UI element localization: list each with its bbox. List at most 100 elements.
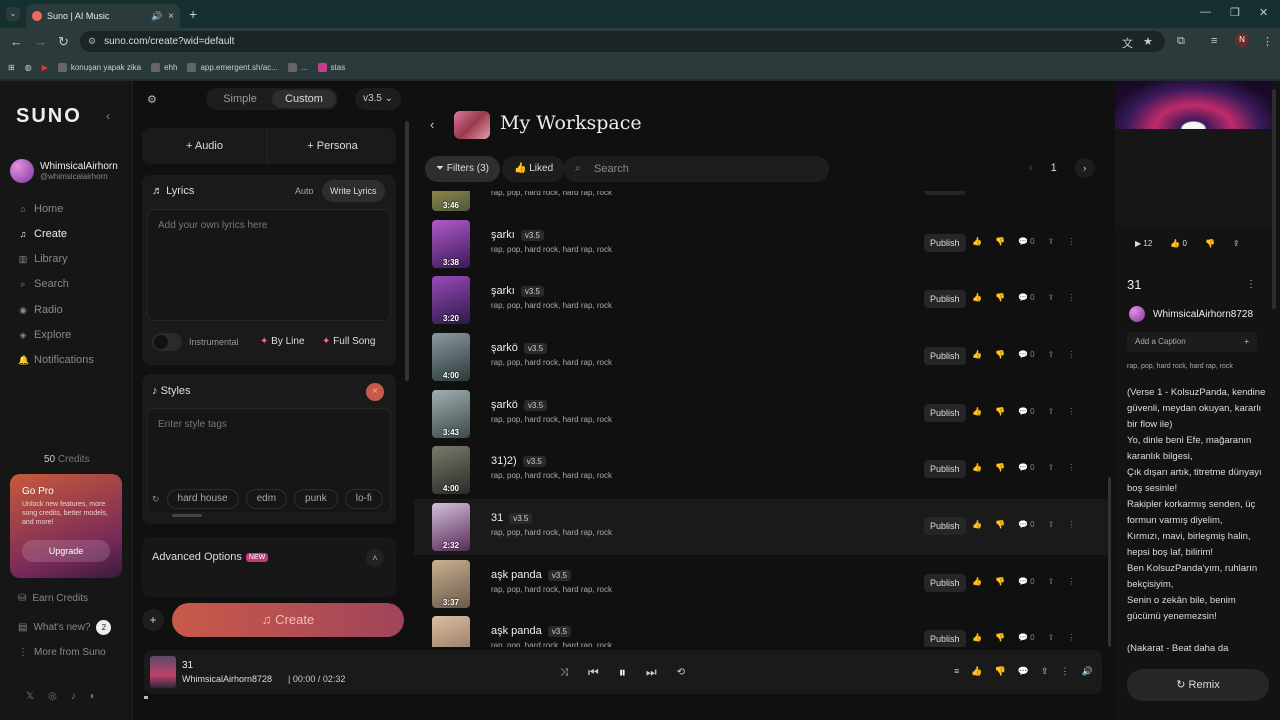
mode-custom-button[interactable]: Custom [272, 90, 336, 108]
browser-menu-icon[interactable]: ⋮ [1262, 35, 1273, 48]
nav-search[interactable]: ⌕ Search [18, 278, 68, 290]
thumbs-down-icon[interactable]: 👎 [995, 520, 1005, 529]
detail-scrollbar[interactable] [1272, 89, 1276, 309]
minimize-icon[interactable]: — [1200, 6, 1211, 18]
refresh-icon[interactable]: ↻ [152, 494, 160, 505]
next-page-icon[interactable]: › [1074, 158, 1095, 178]
liked-button[interactable]: 👍 Liked [502, 156, 566, 182]
add-persona-button[interactable]: + Persona [269, 128, 396, 164]
song-thumbnail[interactable]: 3:46 [432, 191, 470, 211]
style-chip[interactable]: punk [294, 489, 338, 509]
thumbs-up-icon[interactable]: 👍 [972, 407, 982, 416]
thumbs-down-icon[interactable]: 👎 [994, 666, 1005, 677]
share-icon[interactable]: ⇪ [1048, 463, 1055, 472]
share-icon[interactable]: ⇪ [1048, 520, 1055, 529]
queue-icon[interactable]: ≡ [954, 666, 959, 677]
more-vertical-icon[interactable]: ⋮ [1067, 350, 1075, 359]
publish-button[interactable]: Publish [924, 574, 966, 592]
comment-button[interactable]: 💬 0 [1018, 407, 1035, 416]
create-scrollbar[interactable] [405, 121, 409, 381]
nav-notifications[interactable]: 🔔 Notifications [18, 354, 94, 366]
profile-avatar[interactable]: N [1235, 33, 1249, 47]
more-vertical-icon[interactable]: ⋮ [1067, 237, 1075, 246]
globe-icon[interactable]: ◍ [25, 63, 32, 72]
publish-button[interactable]: Publish [924, 404, 966, 422]
thumbs-down-icon[interactable]: 👎 [995, 577, 1005, 586]
tab-search-icon[interactable]: ⌄ [6, 7, 20, 21]
thumbs-up-icon[interactable]: 👍 [972, 293, 982, 302]
song-thumbnail[interactable]: 4:00 [432, 333, 470, 381]
prev-page-icon[interactable]: ‹ [1029, 162, 1033, 174]
youtube-icon[interactable]: ▶ [42, 63, 48, 72]
nav-create[interactable]: ♫ Create [18, 228, 67, 240]
song-thumbnail[interactable]: 3:37 [432, 560, 470, 608]
now-playing-artist[interactable]: WhimsicalAirhorn8728 [182, 674, 272, 684]
comment-button[interactable]: 💬 0 [1018, 577, 1035, 586]
song-list-scrollbar-thumb[interactable] [1108, 477, 1111, 647]
tiktok-icon[interactable]: ♪ [71, 691, 76, 702]
browser-tab[interactable]: Suno | AI Music 🔊 × [26, 4, 180, 28]
add-caption-input[interactable]: Add a Caption + [1127, 332, 1257, 352]
publish-button[interactable]: Publish [924, 234, 966, 252]
share-icon[interactable]: ⇪ [1048, 633, 1055, 642]
thumbs-down-icon[interactable]: 👎 [1205, 239, 1215, 248]
thumbs-down-icon[interactable]: 👎 [995, 633, 1005, 642]
song-thumbnail[interactable]: 2:32 [432, 503, 470, 551]
share-icon[interactable]: ⇪ [1041, 666, 1049, 677]
song-row[interactable]: 3:46 rap, pop, hard rock, hard rap, rock P… [414, 191, 1108, 215]
suno-logo[interactable]: SUNO [16, 105, 82, 128]
remix-button[interactable]: ↻ Remix [1127, 669, 1269, 701]
bookmark-item[interactable]: konuşan yapak zika [57, 62, 141, 72]
speaker-icon[interactable]: 🔊 [151, 11, 162, 22]
now-playing-title[interactable]: 31 [182, 660, 193, 671]
song-thumbnail[interactable] [432, 616, 470, 647]
publish-button[interactable]: Publish [924, 630, 966, 647]
bookmark-item[interactable]: ehh [151, 62, 177, 72]
nav-radio[interactable]: ◉ Radio [18, 304, 63, 316]
gear-icon[interactable]: ⚙ [147, 93, 157, 106]
thumbs-up-icon[interactable]: 👍 [972, 577, 982, 586]
version-select[interactable]: v3.5 ⌄ [355, 88, 401, 110]
publish-button[interactable]: Publish [924, 191, 966, 195]
thumbs-down-icon[interactable]: 👎 [995, 350, 1005, 359]
thumbs-up-icon[interactable]: 👍 [972, 237, 982, 246]
style-chip[interactable]: edm [245, 489, 288, 509]
by-line-button[interactable]: ✦ By Line [260, 336, 305, 347]
chevron-up-icon[interactable]: ˄ [366, 549, 384, 567]
back-icon[interactable]: ← [10, 34, 23, 49]
comment-icon[interactable]: 💬 [1018, 666, 1029, 677]
comment-button[interactable]: 💬 0 [1018, 463, 1035, 472]
whats-new-link[interactable]: ▤ What's new? 2 [18, 620, 112, 635]
share-icon[interactable]: ⇪ [1048, 407, 1055, 416]
thumbs-up-icon[interactable]: 👍 [972, 520, 982, 529]
song-row[interactable]: 3:20 şarkı v3.5 rap, pop, hard rock, hard r… [414, 272, 1108, 328]
filters-button[interactable]: ⏷ Filters (3) [425, 156, 501, 182]
comment-button[interactable]: 💬 0 [1018, 520, 1035, 529]
song-row[interactable]: 4:00 31)2) v3.5 rap, pop, hard rock, hard r… [414, 442, 1108, 498]
volume-icon[interactable]: 🔊 [1081, 666, 1092, 677]
thumbs-down-icon[interactable]: 👎 [995, 237, 1005, 246]
lyrics-auto-button[interactable]: Auto [295, 186, 314, 196]
discord-icon[interactable]: ◐ [90, 691, 96, 702]
song-row[interactable]: aşk panda v3.5 rap, pop, hard rock, hard r… [414, 612, 1108, 647]
more-vertical-icon[interactable]: ⋮ [1067, 577, 1075, 586]
more-vertical-icon[interactable]: ⋮ [1060, 666, 1069, 677]
comment-button[interactable]: 💬 0 [1018, 237, 1035, 246]
more-vertical-icon[interactable]: ⋮ [1067, 293, 1075, 302]
close-window-icon[interactable]: ✕ [1259, 6, 1268, 19]
song-title[interactable]: şarkö v3.5 [491, 399, 548, 411]
shuffle-icon[interactable]: ⤨ [560, 667, 568, 678]
song-author[interactable]: WhimsicalAirhorn8728 [1129, 306, 1253, 322]
thumbs-down-icon[interactable]: 👎 [995, 463, 1005, 472]
like-count[interactable]: 👍 0 [1170, 239, 1187, 248]
comment-button[interactable]: 💬 0 [1018, 633, 1035, 642]
thumbs-up-icon[interactable]: 👍 [972, 350, 982, 359]
clear-styles-icon[interactable]: × [366, 383, 384, 401]
song-row[interactable]: 2:32 31 v3.5 rap, pop, hard rock, hard rap,… [414, 499, 1108, 555]
previous-icon[interactable]: ⏮ [588, 665, 599, 680]
address-bar[interactable]: ⚙ suno.com/create?wid=default [80, 31, 1165, 52]
next-icon[interactable]: ⏭ [646, 665, 657, 680]
new-tab-icon[interactable]: + [189, 6, 197, 22]
apps-icon[interactable]: ⊞ [8, 63, 15, 72]
bookmark-item[interactable]: stas [317, 62, 345, 72]
